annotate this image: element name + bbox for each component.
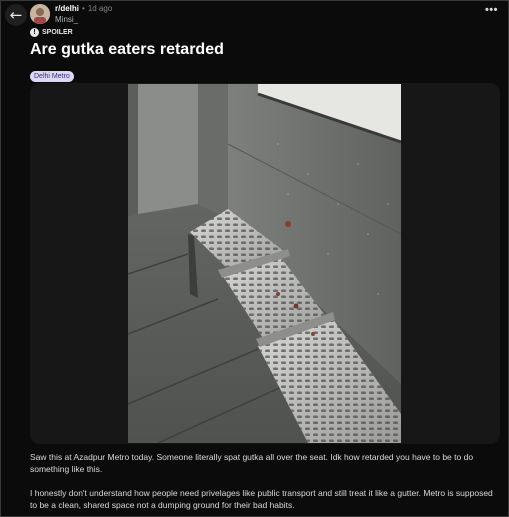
post-time: 1d ago bbox=[87, 4, 113, 13]
avatar-image bbox=[30, 4, 50, 24]
more-options-button[interactable]: ••• bbox=[485, 4, 498, 16]
back-button[interactable]: ← bbox=[5, 4, 27, 26]
subreddit-link[interactable]: r/delhi bbox=[55, 4, 79, 13]
author-link[interactable]: Minsi_ bbox=[55, 15, 78, 24]
post-media[interactable] bbox=[30, 83, 500, 444]
exclamation-circle-icon: ! bbox=[30, 28, 39, 37]
arrow-left-icon: ← bbox=[9, 6, 23, 24]
spoiler-tag: ! SPOILER bbox=[30, 28, 73, 37]
post-view: ← r/delhi • 1d ago Minsi_ ••• ! SPOILER … bbox=[0, 0, 509, 517]
post-meta: r/delhi • 1d ago bbox=[55, 4, 112, 13]
post-flair[interactable]: Delhi Metro bbox=[30, 71, 74, 82]
subreddit-avatar[interactable] bbox=[30, 4, 50, 24]
spoiler-label: SPOILER bbox=[42, 29, 73, 36]
meta-separator: • bbox=[82, 4, 85, 13]
metro-bench-photo bbox=[128, 84, 401, 443]
post-body-paragraph: Saw this at Azadpur Metro today. Someone… bbox=[30, 452, 474, 474]
post-body-paragraph: I honestly don't understand how people n… bbox=[30, 488, 493, 510]
post-title: Are gutka eaters retarded bbox=[30, 41, 224, 58]
more-horizontal-icon: ••• bbox=[484, 4, 498, 16]
